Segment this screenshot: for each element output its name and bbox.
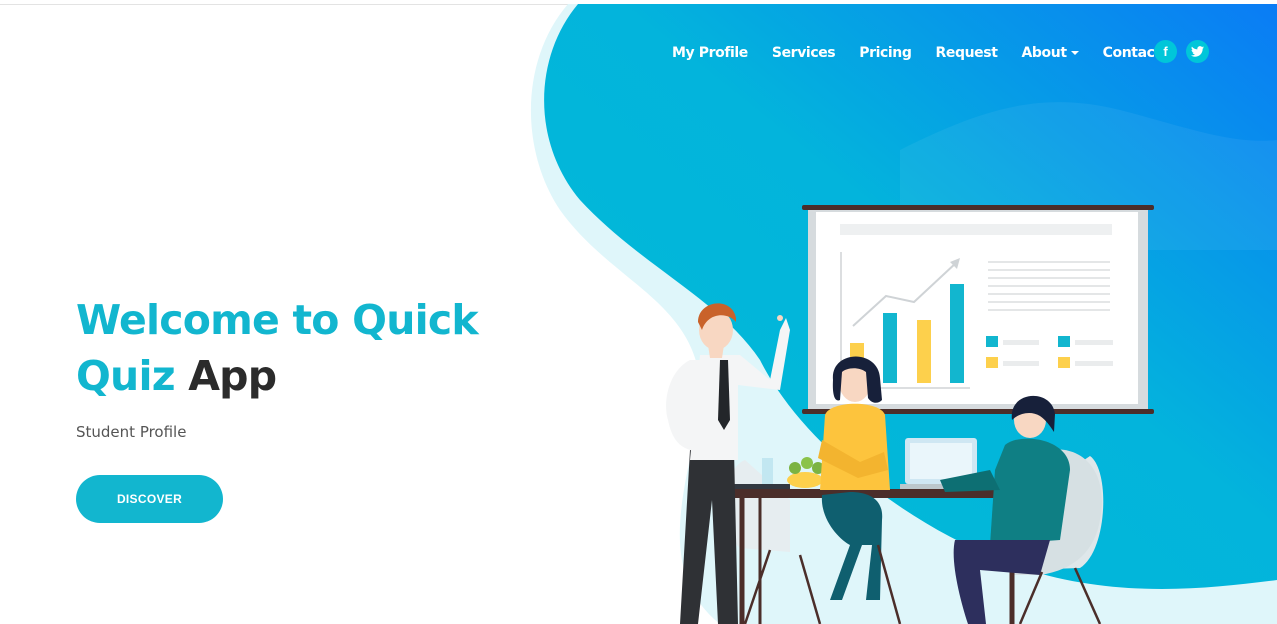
facebook-link[interactable]: f (1154, 40, 1177, 63)
nav-services[interactable]: Services (772, 45, 836, 61)
hero-subtitle: Student Profile (76, 423, 187, 441)
nav-about-dropdown[interactable]: About (1021, 45, 1078, 61)
facebook-icon: f (1163, 44, 1168, 59)
twitter-icon (1191, 46, 1204, 57)
hero-title-quiz: Quiz (76, 352, 176, 400)
hero-title: Welcome to Quick Quiz App (76, 292, 479, 404)
discover-button[interactable]: DISCOVER (76, 475, 223, 523)
landing-page: My Profile Services Pricing Request Abou… (0, 0, 1277, 624)
twitter-link[interactable] (1186, 40, 1209, 63)
hero-title-app: App (188, 352, 277, 400)
nav-request[interactable]: Request (936, 45, 998, 61)
hero-title-line1: Welcome to Quick (76, 296, 479, 344)
nav-my-profile[interactable]: My Profile (672, 45, 748, 61)
hero-title-line2: Quiz App (76, 348, 478, 404)
nav-pricing[interactable]: Pricing (859, 45, 912, 61)
seated-man-figure (940, 395, 1070, 624)
team-meeting-illustration (666, 205, 1154, 624)
nav-contact[interactable]: Contact (1103, 45, 1162, 61)
main-nav: My Profile Services Pricing Request Abou… (672, 40, 1185, 66)
